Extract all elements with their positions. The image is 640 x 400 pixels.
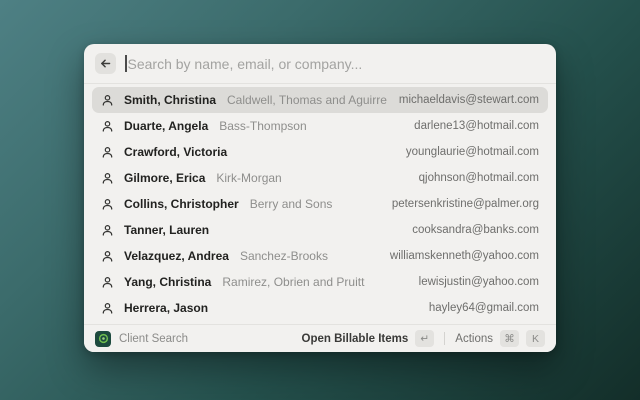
back-button[interactable] (95, 53, 116, 74)
client-email: hayley64@gmail.com (428, 302, 539, 314)
client-email: younglaurie@hotmail.com (405, 146, 539, 158)
person-icon (101, 250, 114, 263)
client-name: Yang, Christina (124, 275, 212, 289)
person-icon (101, 94, 114, 107)
actions-button[interactable]: Actions (455, 333, 493, 345)
cmd-key-badge[interactable]: ⌘ (500, 330, 519, 347)
result-row[interactable]: Yang, Christina Ramirez, Obrien and Prui… (92, 269, 548, 295)
client-email: cooksandra@banks.com (412, 224, 539, 236)
client-name: Crawford, Victoria (124, 145, 228, 159)
result-row[interactable]: Velazquez, Andrea Sanchez-Brooks william… (92, 243, 548, 269)
person-icon (101, 224, 114, 237)
enter-key-badge[interactable]: ↵ (415, 330, 435, 347)
client-email: williamskenneth@yahoo.com (389, 250, 539, 262)
client-company: Caldwell, Thomas and Aguirre (227, 93, 387, 107)
open-billable-items-button[interactable]: Open Billable Items (302, 333, 409, 345)
person-icon (101, 198, 114, 211)
result-row[interactable]: Crawford, Victoria younglaurie@hotmail.c… (92, 139, 548, 165)
client-name: Herrera, Jason (124, 301, 209, 315)
result-row[interactable]: Herrera, Jason hayley64@gmail.com (92, 295, 548, 321)
client-name: Gilmore, Erica (124, 171, 206, 185)
client-name: Smith, Christina (124, 93, 217, 107)
client-name: Collins, Christopher (124, 197, 239, 211)
footer: Client Search Open Billable Items ↵ Acti… (84, 324, 556, 352)
k-key-badge[interactable]: K (526, 330, 545, 347)
search-bar (84, 44, 556, 84)
client-email: lewisjustin@yahoo.com (418, 276, 539, 288)
result-row[interactable]: Collins, Christopher Berry and Sons pete… (92, 191, 548, 217)
client-company: Berry and Sons (249, 197, 333, 211)
client-company: Ramirez, Obrien and Pruitt (222, 275, 365, 289)
app-name-label: Client Search (119, 332, 189, 345)
person-icon (101, 172, 114, 185)
result-row[interactable]: Gilmore, Erica Kirk-Morgan qjohnson@hotm… (92, 165, 548, 191)
client-email: qjohnson@hotmail.com (418, 172, 539, 184)
client-email: darlene13@hotmail.com (414, 120, 539, 132)
result-row[interactable]: Duarte, Angela Bass-Thompson darlene13@h… (92, 113, 548, 139)
client-company: Kirk-Morgan (216, 171, 282, 185)
back-arrow-icon (99, 57, 112, 70)
person-icon (101, 276, 114, 289)
client-name: Velazquez, Andrea (124, 249, 229, 263)
result-row[interactable]: Smith, Christina Caldwell, Thomas and Ag… (92, 87, 548, 113)
client-search-window: Smith, Christina Caldwell, Thomas and Ag… (84, 44, 556, 352)
client-email: petersenkristine@palmer.org (391, 198, 539, 210)
search-field-wrap (125, 55, 545, 72)
client-name: Tanner, Lauren (124, 223, 210, 237)
footer-divider (444, 332, 446, 345)
result-row[interactable]: Tanner, Lauren cooksandra@banks.com (92, 217, 548, 243)
client-name: Duarte, Angela (124, 119, 209, 133)
person-icon (101, 302, 114, 315)
client-company: Bass-Thompson (219, 119, 307, 133)
person-icon (101, 146, 114, 159)
search-input[interactable] (126, 55, 545, 72)
client-email: michaeldavis@stewart.com (398, 94, 539, 106)
footer-actions: Open Billable Items ↵ Actions ⌘ K (302, 330, 545, 347)
results-list: Smith, Christina Caldwell, Thomas and Ag… (84, 84, 556, 324)
app-logo-icon (95, 330, 111, 347)
client-company: Sanchez-Brooks (239, 249, 328, 263)
person-icon (101, 120, 114, 133)
